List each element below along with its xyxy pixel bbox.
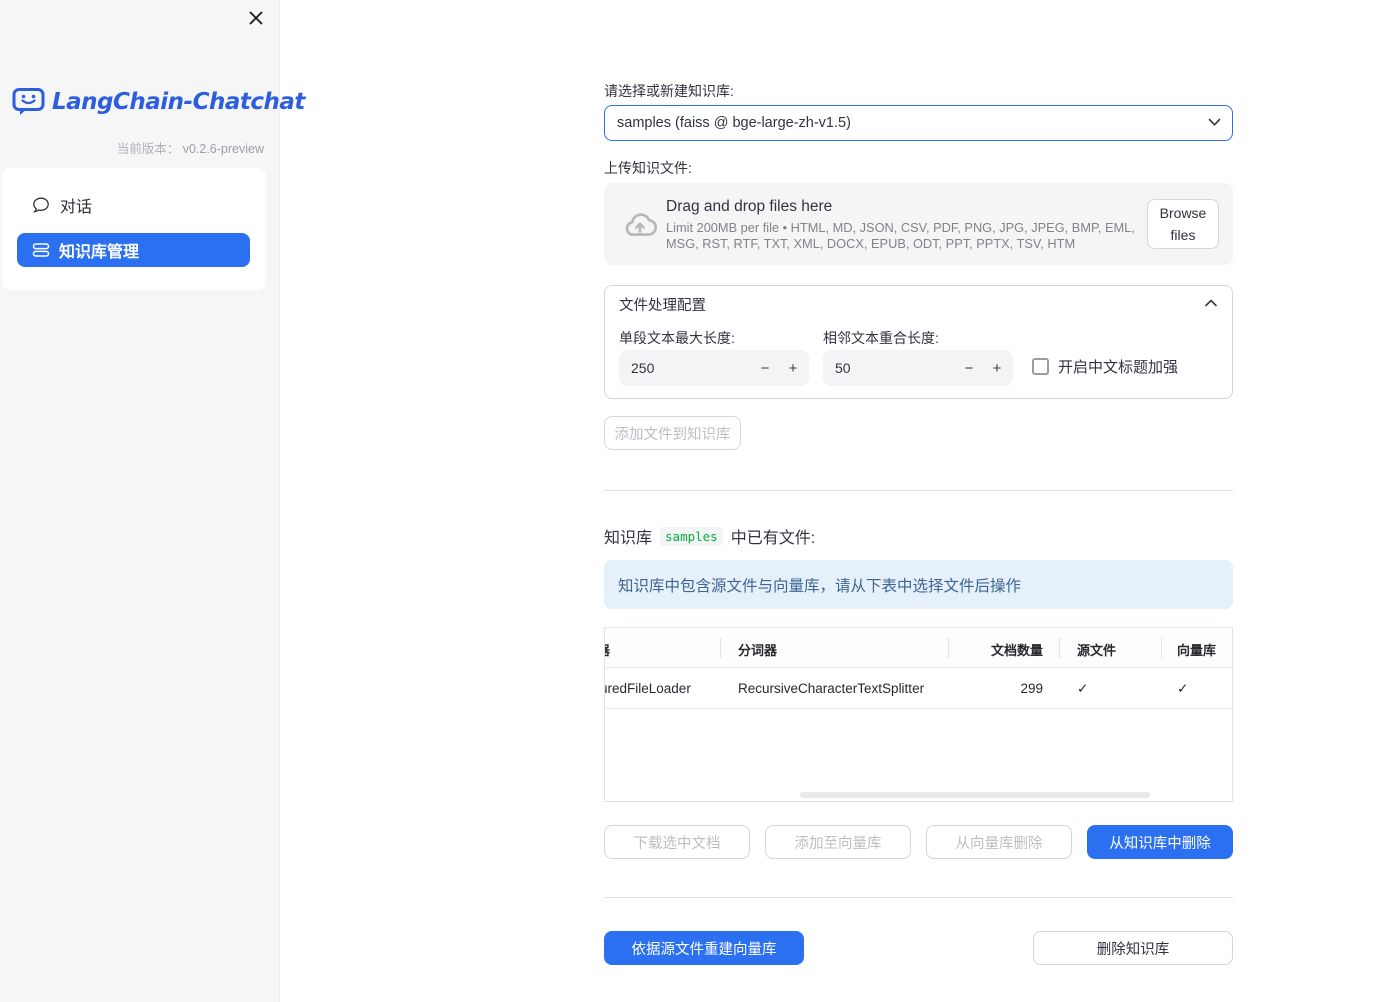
cell-doc-count: 299: [1020, 681, 1043, 696]
table-header: 器 分词器 文档数量 源文件 向量库: [605, 628, 1232, 668]
version-info: 当前版本： v0.2.6-preview: [117, 138, 264, 157]
kb-files-heading: 知识库 samples 中已有文件:: [604, 524, 815, 548]
delete-from-kb-button[interactable]: 从知识库中删除: [1087, 825, 1233, 859]
overlap-label: 相邻文本重合长度:: [823, 330, 939, 346]
add-to-vector-store-button[interactable]: 添加至向量库: [765, 825, 911, 859]
version-value: v0.2.6-preview: [182, 142, 264, 156]
cell-loader: uredFileLoader: [604, 681, 691, 696]
file-dropzone[interactable]: Drag and drop files here Limit 200MB per…: [604, 183, 1233, 265]
chevron-down-icon: [1208, 118, 1221, 127]
sidebar-item-chat[interactable]: 对话: [2, 188, 266, 222]
rebuild-vector-store-button[interactable]: 依据源文件重建向量库: [604, 931, 804, 965]
overlap-input[interactable]: [835, 350, 945, 386]
version-label: 当前版本：: [116, 142, 180, 156]
col-source-file-header: 源文件: [1077, 643, 1117, 658]
chunk-size-stepper: − +: [619, 350, 809, 386]
overlap-increment-button[interactable]: +: [983, 350, 1011, 386]
chunk-size-input[interactable]: [631, 350, 741, 386]
info-banner: 知识库中包含源文件与向量库，请从下表中选择文件后操作: [604, 560, 1233, 609]
kb-files-table[interactable]: 器 分词器 文档数量 源文件 向量库 uredFileLoader Recurs…: [604, 627, 1233, 802]
divider: [604, 897, 1233, 898]
kb-files-suffix: 中已有文件:: [730, 530, 816, 547]
app-logo: LangChain-Chatchat: [12, 86, 305, 117]
close-sidebar-button[interactable]: [244, 6, 268, 30]
kb-select-value: samples (faiss @ bge-large-zh-v1.5): [617, 115, 851, 131]
kb-name-code: samples: [660, 526, 723, 546]
cell-splitter: RecursiveCharacterTextSplitter: [738, 681, 925, 696]
chevron-up-icon: [1205, 299, 1217, 307]
add-files-to-kb-button[interactable]: 添加文件到知识库: [604, 416, 741, 450]
browse-files-button[interactable]: Browse files: [1147, 199, 1219, 249]
chunk-size-decrement-button[interactable]: −: [751, 350, 779, 386]
dropzone-hint: Limit 200MB per file • HTML, MD, JSON, C…: [666, 220, 1135, 251]
cloud-upload-icon: [621, 208, 659, 242]
column-separator: [720, 638, 721, 658]
overlap-stepper: − +: [823, 350, 1013, 386]
zh-title-enhance-row: 开启中文标题加强: [1032, 356, 1178, 377]
dropzone-title: Drag and drop files here: [666, 198, 833, 215]
kb-files-prefix: 知识库: [604, 530, 653, 547]
upload-label: 上传知识文件:: [604, 160, 692, 176]
chunk-size-increment-button[interactable]: +: [779, 350, 807, 386]
close-icon: [248, 10, 264, 26]
sidebar-menu: 对话 知识库管理: [2, 168, 266, 290]
sidebar-item-knowledge-base[interactable]: 知识库管理: [17, 233, 250, 267]
kb-select-label: 请选择或新建知识库:: [604, 83, 734, 99]
sidebar: LangChain-Chatchat 当前版本： v0.2.6-preview …: [0, 0, 305, 1002]
delete-from-vector-store-button[interactable]: 从向量库删除: [926, 825, 1072, 859]
col-vector-store-header: 向量库: [1177, 643, 1217, 658]
sidebar-item-label: 对话: [60, 199, 93, 216]
cell-source-file-check: ✓: [1077, 681, 1089, 696]
overlap-decrement-button[interactable]: −: [955, 350, 983, 386]
column-separator: [1059, 638, 1060, 658]
chunk-size-label: 单段文本最大长度:: [619, 330, 735, 346]
chat-bubble-icon: [32, 196, 50, 214]
download-selected-button[interactable]: 下载选中文档: [604, 825, 750, 859]
zh-title-enhance-checkbox[interactable]: [1032, 358, 1049, 375]
expander-header[interactable]: 文件处理配置: [605, 286, 1232, 323]
delete-kb-button[interactable]: 删除知识库: [1033, 931, 1233, 965]
column-separator: [1161, 638, 1162, 658]
list-stack-icon: [32, 241, 50, 259]
app-root: LangChain-Chatchat 当前版本： v0.2.6-preview …: [0, 0, 1380, 1002]
app-title: LangChain-Chatchat: [52, 88, 305, 115]
cell-vector-store-check: ✓: [1177, 681, 1189, 696]
info-banner-text: 知识库中包含源文件与向量库，请从下表中选择文件后操作: [618, 577, 1022, 595]
zh-title-enhance-label[interactable]: 开启中文标题加强: [1058, 356, 1178, 377]
table-row[interactable]: uredFileLoader RecursiveCharacterTextSpl…: [605, 668, 1232, 709]
file-config-expander: 文件处理配置 单段文本最大长度: 相邻文本重合长度: − + − + 开启中文标…: [604, 285, 1233, 399]
table-horizontal-scrollbar[interactable]: [800, 792, 1150, 798]
col-loader-header: 器: [605, 640, 610, 659]
chat-smiley-logo-icon: [12, 86, 46, 117]
kb-select-dropdown[interactable]: samples (faiss @ bge-large-zh-v1.5): [604, 105, 1233, 141]
divider: [604, 490, 1233, 491]
sidebar-item-label: 知识库管理: [59, 244, 140, 261]
col-doc-count-header: 文档数量: [990, 643, 1043, 658]
col-splitter-header: 分词器: [738, 643, 778, 658]
expander-title: 文件处理配置: [619, 298, 706, 314]
